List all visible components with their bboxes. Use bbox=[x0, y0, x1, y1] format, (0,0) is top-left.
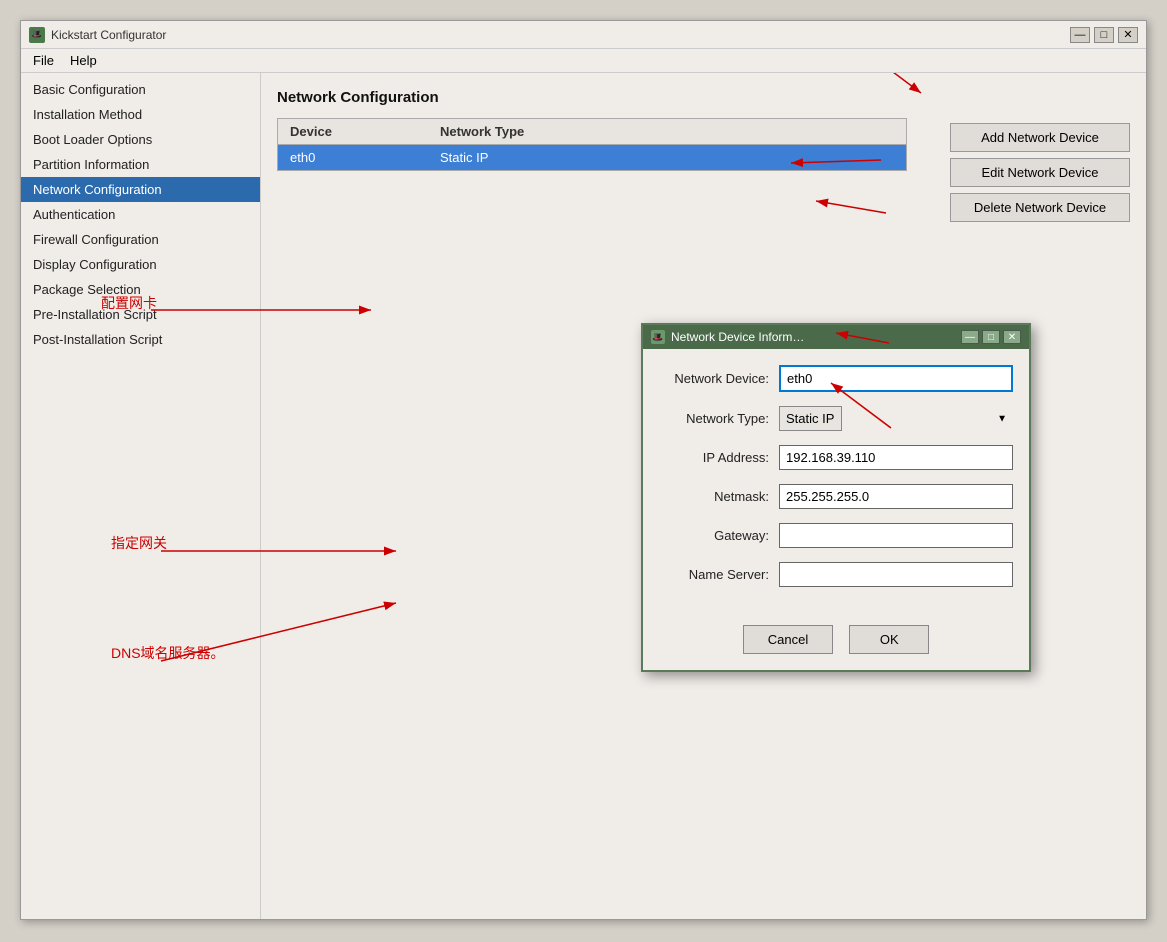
title-bar: 🎩 Kickstart Configurator — □ ✕ bbox=[21, 21, 1146, 49]
sidebar-item-pre-installation-script[interactable]: Pre-Installation Script bbox=[21, 302, 260, 327]
gateway-row: Gateway: bbox=[659, 523, 1013, 548]
title-bar-buttons: — □ ✕ bbox=[1070, 27, 1138, 43]
table-row[interactable]: eth0 Static IP bbox=[278, 145, 906, 170]
sidebar-item-installation-method[interactable]: Installation Method bbox=[21, 102, 260, 127]
dialog-icon: 🎩 bbox=[651, 330, 665, 344]
table-header: Device Network Type bbox=[278, 119, 906, 145]
sidebar-item-package-selection[interactable]: Package Selection bbox=[21, 277, 260, 302]
main-window: 🎩 Kickstart Configurator — □ ✕ File Help… bbox=[20, 20, 1147, 920]
sidebar-item-boot-loader-options[interactable]: Boot Loader Options bbox=[21, 127, 260, 152]
app-icon: 🎩 bbox=[29, 27, 45, 43]
dialog-title-buttons: — □ ✕ bbox=[961, 330, 1021, 344]
netmask-label: Netmask: bbox=[659, 489, 779, 504]
network-device-input[interactable] bbox=[779, 365, 1013, 392]
dialog-maximize-button[interactable]: □ bbox=[982, 330, 1000, 344]
menu-help[interactable]: Help bbox=[62, 51, 105, 70]
sidebar-item-display-configuration[interactable]: Display Configuration bbox=[21, 252, 260, 277]
dialog-close-button[interactable]: ✕ bbox=[1003, 330, 1021, 344]
ip-address-row: IP Address: bbox=[659, 445, 1013, 470]
dialog-title-bar: 🎩 Network Device Inform… — □ ✕ bbox=[643, 325, 1029, 349]
sidebar-item-basic-configuration[interactable]: Basic Configuration bbox=[21, 77, 260, 102]
dialog-title: Network Device Inform… bbox=[671, 330, 961, 344]
minimize-button[interactable]: — bbox=[1070, 27, 1090, 43]
table-cell-network-type: Static IP bbox=[428, 145, 578, 170]
menu-file[interactable]: File bbox=[25, 51, 62, 70]
dialog-body: Network Device: Network Type: Static IP … bbox=[643, 349, 1029, 617]
table-header-device: Device bbox=[278, 119, 428, 144]
sidebar-item-partition-information[interactable]: Partition Information bbox=[21, 152, 260, 177]
network-type-select[interactable]: Static IP DHCP bbox=[779, 406, 842, 431]
netmask-input[interactable] bbox=[779, 484, 1013, 509]
cancel-button[interactable]: Cancel bbox=[743, 625, 833, 654]
table-header-network-type: Network Type bbox=[428, 119, 578, 144]
ip-address-input[interactable] bbox=[779, 445, 1013, 470]
network-device-row: Network Device: bbox=[659, 365, 1013, 392]
add-network-device-button[interactable]: Add Network Device bbox=[950, 123, 1130, 152]
menu-bar: File Help bbox=[21, 49, 1146, 73]
sidebar-item-network-configuration[interactable]: Network Configuration bbox=[21, 177, 260, 202]
dialog-minimize-button[interactable]: — bbox=[961, 330, 979, 344]
dialog-buttons: Cancel OK bbox=[643, 617, 1029, 670]
table-cell-device: eth0 bbox=[278, 145, 428, 170]
network-type-select-wrapper: Static IP DHCP bbox=[779, 406, 1013, 431]
maximize-button[interactable]: □ bbox=[1094, 27, 1114, 43]
gateway-label: Gateway: bbox=[659, 528, 779, 543]
close-button[interactable]: ✕ bbox=[1118, 27, 1138, 43]
name-server-input[interactable] bbox=[779, 562, 1013, 587]
ip-address-label: IP Address: bbox=[659, 450, 779, 465]
content-area: Basic Configuration Installation Method … bbox=[21, 73, 1146, 919]
sidebar-item-authentication[interactable]: Authentication bbox=[21, 202, 260, 227]
netmask-row: Netmask: bbox=[659, 484, 1013, 509]
sidebar-item-firewall-configuration[interactable]: Firewall Configuration bbox=[21, 227, 260, 252]
ok-button[interactable]: OK bbox=[849, 625, 929, 654]
section-title: Network Configuration bbox=[277, 89, 1130, 106]
gateway-input[interactable] bbox=[779, 523, 1013, 548]
app-title: Kickstart Configurator bbox=[51, 28, 1070, 42]
sidebar-item-post-installation-script[interactable]: Post-Installation Script bbox=[21, 327, 260, 352]
sidebar: Basic Configuration Installation Method … bbox=[21, 73, 261, 919]
delete-network-device-button[interactable]: Delete Network Device bbox=[950, 193, 1130, 222]
name-server-label: Name Server: bbox=[659, 567, 779, 582]
network-table: Device Network Type eth0 Static IP bbox=[277, 118, 907, 171]
network-type-row: Network Type: Static IP DHCP bbox=[659, 406, 1013, 431]
name-server-row: Name Server: bbox=[659, 562, 1013, 587]
network-type-label: Network Type: bbox=[659, 411, 779, 426]
edit-network-device-button[interactable]: Edit Network Device bbox=[950, 158, 1130, 187]
action-buttons: Add Network Device Edit Network Device D… bbox=[950, 123, 1130, 222]
network-device-dialog: 🎩 Network Device Inform… — □ ✕ Network D… bbox=[641, 323, 1031, 672]
network-device-label: Network Device: bbox=[659, 371, 779, 386]
main-content: Network Configuration Device Network Typ… bbox=[261, 73, 1146, 919]
